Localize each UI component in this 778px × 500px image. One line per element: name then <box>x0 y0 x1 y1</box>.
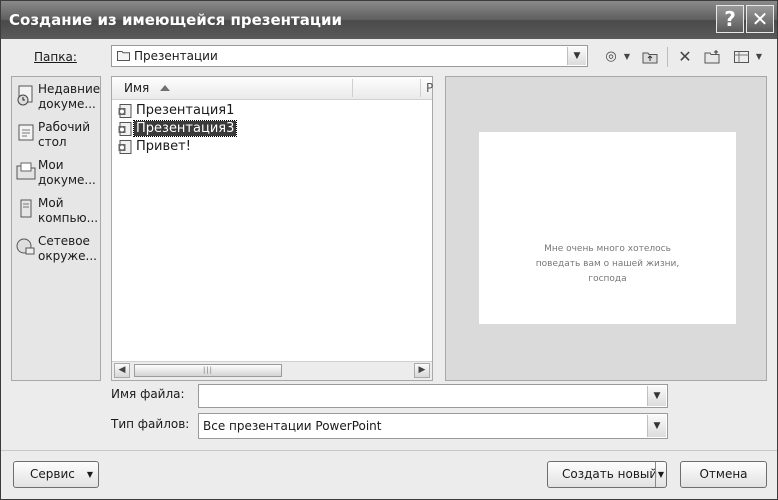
place-label: Недавние докуме... <box>38 82 101 111</box>
scroll-right-icon[interactable]: ▶ <box>414 363 430 378</box>
dialog-title: Создание из имеющейся презентации <box>9 11 343 29</box>
network-icon <box>16 238 35 255</box>
place-label: Сетевое окруже... <box>38 234 97 263</box>
column-separator[interactable] <box>420 79 421 97</box>
file-name: Презентация1 <box>136 103 235 118</box>
place-my-documents[interactable]: Мои докуме... <box>12 156 100 192</box>
powerpoint-file-icon <box>118 104 132 118</box>
places-bar: Недавние докуме... Рабочий стол Мои докуме.… <box>11 76 101 381</box>
filename-label: Имя файла: <box>111 387 185 401</box>
slide-preview-text: Мне очень много хотелось поведать вам о … <box>535 244 680 284</box>
create-new-button-label: Создать новый <box>562 467 658 481</box>
create-new-button[interactable]: Создать новый ▼ <box>547 461 667 488</box>
folder-label: Папка: <box>34 50 77 64</box>
column-name-header[interactable]: Имя <box>124 81 149 95</box>
place-label: Мои докуме... <box>38 158 96 187</box>
file-name: Привет! <box>136 139 191 154</box>
dialog-window: Создание из имеющейся презентации ? ✕ Па… <box>0 0 778 500</box>
views-icon[interactable] <box>731 47 751 67</box>
up-folder-icon[interactable] <box>639 47 661 67</box>
file-list-header[interactable]: Имя Р <box>112 77 433 100</box>
place-label: Рабочий стол <box>38 120 91 149</box>
my-documents-icon <box>16 162 36 180</box>
file-item[interactable]: Привет! <box>118 139 318 155</box>
filetype-label: Тип файлов: <box>111 417 190 431</box>
column-separator[interactable] <box>352 79 353 97</box>
service-button[interactable]: Сервис ▼ <box>13 461 99 488</box>
chevron-down-icon[interactable]: ▼ <box>647 386 666 406</box>
chevron-down-icon[interactable]: ▼ <box>655 462 667 487</box>
powerpoint-file-icon <box>118 140 132 154</box>
sort-ascending-icon <box>160 85 170 91</box>
separator <box>1 450 777 451</box>
folder-value: Презентации <box>134 49 218 63</box>
place-recent[interactable]: Недавние докуме... <box>12 80 100 116</box>
file-item-selected[interactable]: Презентация3 <box>118 120 318 137</box>
place-desktop[interactable]: Рабочий стол <box>12 118 100 154</box>
delete-icon[interactable]: ✕ <box>674 47 696 67</box>
back-icon[interactable]: ◎ <box>601 47 621 67</box>
chevron-down-icon[interactable]: ▼ <box>647 415 666 437</box>
new-folder-icon[interactable] <box>701 47 723 67</box>
filename-input[interactable]: ▼ <box>198 384 668 408</box>
place-label: Мой компью... <box>38 196 99 225</box>
toolbar-separator <box>667 47 668 67</box>
filetype-value: Все презентации PowerPoint <box>203 419 382 433</box>
chevron-down-icon[interactable]: ▼ <box>567 47 586 65</box>
file-name: Презентация3 <box>132 120 238 137</box>
title-bar: Создание из имеющейся презентации ? ✕ <box>1 1 777 39</box>
place-network[interactable]: Сетевое окруже... <box>12 232 100 268</box>
slide-preview: Мне очень много хотелось поведать вам о … <box>479 132 736 324</box>
service-button-label: Сервис <box>30 467 75 481</box>
desktop-icon <box>18 124 34 141</box>
scroll-thumb[interactable]: ||| <box>134 364 282 377</box>
cancel-button[interactable]: Отмена <box>680 461 767 488</box>
horizontal-scrollbar[interactable]: ◀ ||| ▶ <box>112 361 432 380</box>
filetype-select[interactable]: Все презентации PowerPoint ▼ <box>198 413 668 439</box>
help-button[interactable]: ? <box>716 5 744 33</box>
powerpoint-file-icon <box>118 122 132 136</box>
my-computer-icon <box>20 199 32 218</box>
back-dropdown-icon[interactable]: ▼ <box>622 47 632 67</box>
recent-documents-icon <box>17 85 33 106</box>
close-button[interactable]: ✕ <box>746 5 774 33</box>
preview-pane: Мне очень много хотелось поведать вам о … <box>445 76 767 381</box>
file-list[interactable]: Имя Р Презентация1 Презентация3 Привет! … <box>111 76 433 381</box>
place-my-computer[interactable]: Мой компью... <box>12 194 100 230</box>
folder-icon <box>117 51 130 61</box>
chevron-down-icon: ▼ <box>86 470 94 479</box>
folder-combo[interactable]: Презентации ▼ <box>111 45 588 67</box>
column-next-header[interactable]: Р <box>426 81 433 95</box>
views-dropdown-icon[interactable]: ▼ <box>754 47 764 67</box>
scroll-left-icon[interactable]: ◀ <box>114 363 130 378</box>
file-item[interactable]: Презентация1 <box>118 103 318 119</box>
